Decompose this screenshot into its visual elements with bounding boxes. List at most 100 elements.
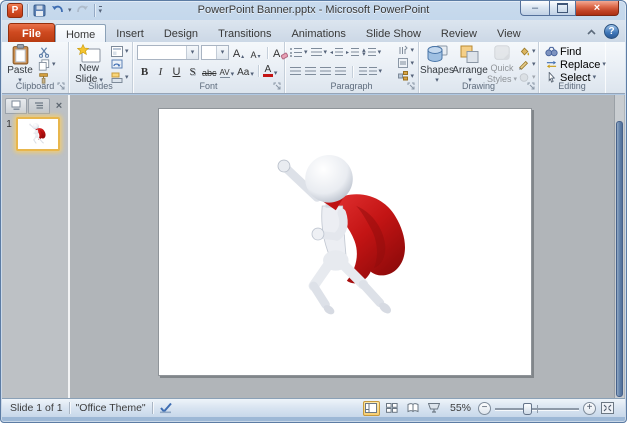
copy-button[interactable]: [38, 58, 56, 71]
tab-review[interactable]: Review: [431, 23, 487, 42]
bold-button[interactable]: B: [137, 64, 152, 78]
shrink-font-button[interactable]: A▾: [248, 46, 263, 60]
slide-show-button[interactable]: [426, 401, 443, 416]
tab-animations[interactable]: Animations: [281, 23, 355, 42]
slide-sorter-button[interactable]: [384, 401, 401, 416]
superhero-figure: [261, 145, 431, 335]
shapes-button[interactable]: Shapes: [421, 44, 453, 84]
text-direction-button[interactable]: [398, 44, 414, 56]
dropdown-arrow-icon: [125, 74, 129, 81]
columns-button[interactable]: [359, 65, 382, 78]
align-left-button[interactable]: [290, 67, 301, 76]
drawing-dialog-launcher[interactable]: [527, 82, 536, 91]
dropdown-arrow-icon: [378, 49, 382, 56]
shape-outline-button[interactable]: [518, 58, 536, 71]
shape-fill-button[interactable]: [518, 45, 536, 58]
font-name-combo[interactable]: [137, 45, 199, 60]
justify-button[interactable]: [335, 67, 346, 76]
align-text-button[interactable]: [398, 57, 414, 69]
quick-styles-label: Quick: [490, 63, 513, 73]
undo-dropdown-arrow-icon[interactable]: [68, 7, 72, 14]
tab-home[interactable]: Home: [55, 24, 106, 43]
minimize-button[interactable]: –: [520, 1, 549, 16]
text-shadow-button[interactable]: S: [185, 64, 200, 78]
decrease-indent-button[interactable]: ◂: [330, 46, 343, 59]
window-controls: – ×: [520, 1, 619, 16]
theme-name[interactable]: "Office Theme": [76, 402, 146, 414]
dropdown-arrow-icon: [379, 68, 383, 75]
vertical-scrollbar[interactable]: [614, 95, 624, 399]
zoom-out-button[interactable]: −: [478, 402, 491, 415]
line-spacing-button[interactable]: ▴▾: [362, 46, 381, 59]
slides-panel: × 1: [2, 95, 70, 399]
replace-button[interactable]: Replace: [545, 58, 606, 71]
new-slide-label: New: [79, 64, 99, 74]
font-size-combo[interactable]: [201, 45, 229, 60]
slide[interactable]: [158, 108, 532, 376]
divider: [258, 65, 259, 77]
fit-slide-to-window-button[interactable]: [600, 401, 615, 415]
slide-sorter-icon: [386, 403, 398, 413]
redo-button[interactable]: [76, 4, 90, 18]
scrollbar-thumb[interactable]: [616, 121, 623, 397]
binoculars-icon: [545, 46, 558, 57]
tab-insert[interactable]: Insert: [106, 23, 154, 42]
slide-thumbnail[interactable]: [16, 117, 60, 151]
undo-button[interactable]: [50, 4, 64, 18]
normal-view-button[interactable]: [363, 401, 380, 416]
cut-button[interactable]: [38, 45, 56, 58]
find-button[interactable]: Find: [545, 45, 606, 58]
new-slide-button[interactable]: New Slide: [71, 44, 107, 85]
find-label: Find: [560, 46, 581, 58]
clipboard-icon: [12, 44, 29, 65]
change-case-button[interactable]: Aa: [236, 64, 255, 78]
outline-tab[interactable]: [28, 98, 50, 114]
workspace: × 1: [2, 95, 625, 399]
zoom-slider-thumb[interactable]: [523, 403, 532, 415]
tab-view[interactable]: View: [487, 23, 531, 42]
zoom-in-button[interactable]: +: [583, 402, 596, 415]
collapse-ribbon-icon[interactable]: [586, 28, 597, 36]
character-spacing-button[interactable]: AV: [219, 64, 236, 78]
shape-fill-icon: [518, 46, 530, 57]
tab-transitions[interactable]: Transitions: [208, 23, 281, 42]
close-pane-button[interactable]: ×: [52, 100, 66, 112]
help-button[interactable]: ?: [604, 24, 619, 39]
zoom-slider[interactable]: [495, 402, 579, 415]
clipboard-dialog-launcher[interactable]: [57, 82, 66, 91]
close-button[interactable]: ×: [576, 1, 619, 16]
underline-button[interactable]: U: [169, 64, 184, 78]
ribbon: Paste: [2, 42, 625, 94]
scissors-icon: [38, 46, 50, 58]
tab-file[interactable]: File: [8, 23, 55, 42]
align-center-button[interactable]: [305, 67, 316, 76]
tab-slide-show[interactable]: Slide Show: [356, 23, 431, 42]
maximize-button[interactable]: [549, 1, 576, 16]
slides-tab[interactable]: [5, 98, 27, 114]
status-bar: Slide 1 of 1 "Office Theme": [2, 398, 625, 417]
font-color-button[interactable]: A: [262, 64, 279, 78]
italic-button[interactable]: I: [153, 64, 168, 78]
smartart-icon: [398, 71, 408, 81]
align-right-button[interactable]: [320, 67, 331, 76]
powerpoint-icon[interactable]: P: [7, 3, 23, 18]
quick-styles-button[interactable]: Quick Styles: [487, 44, 517, 84]
layout-button[interactable]: [111, 45, 129, 58]
numbering-button[interactable]: [311, 46, 328, 59]
zoom-level[interactable]: 55%: [450, 402, 471, 414]
save-button[interactable]: [32, 4, 46, 18]
reset-button[interactable]: [111, 58, 129, 71]
reading-view-button[interactable]: [405, 401, 422, 416]
grow-font-button[interactable]: A▴: [231, 46, 246, 60]
group-slides: New Slide: [69, 42, 133, 93]
increase-indent-button[interactable]: ▸: [346, 46, 359, 59]
tab-design[interactable]: Design: [154, 23, 208, 42]
spellcheck-icon[interactable]: [159, 402, 173, 414]
bullets-button[interactable]: [290, 46, 308, 59]
arrange-button[interactable]: Arrange: [453, 44, 487, 84]
strikethrough-button[interactable]: abc: [201, 64, 218, 78]
font-dialog-launcher[interactable]: [273, 82, 282, 91]
paragraph-dialog-launcher[interactable]: [407, 82, 416, 91]
normal-view-icon: [365, 403, 377, 413]
paste-button[interactable]: Paste: [5, 44, 35, 84]
